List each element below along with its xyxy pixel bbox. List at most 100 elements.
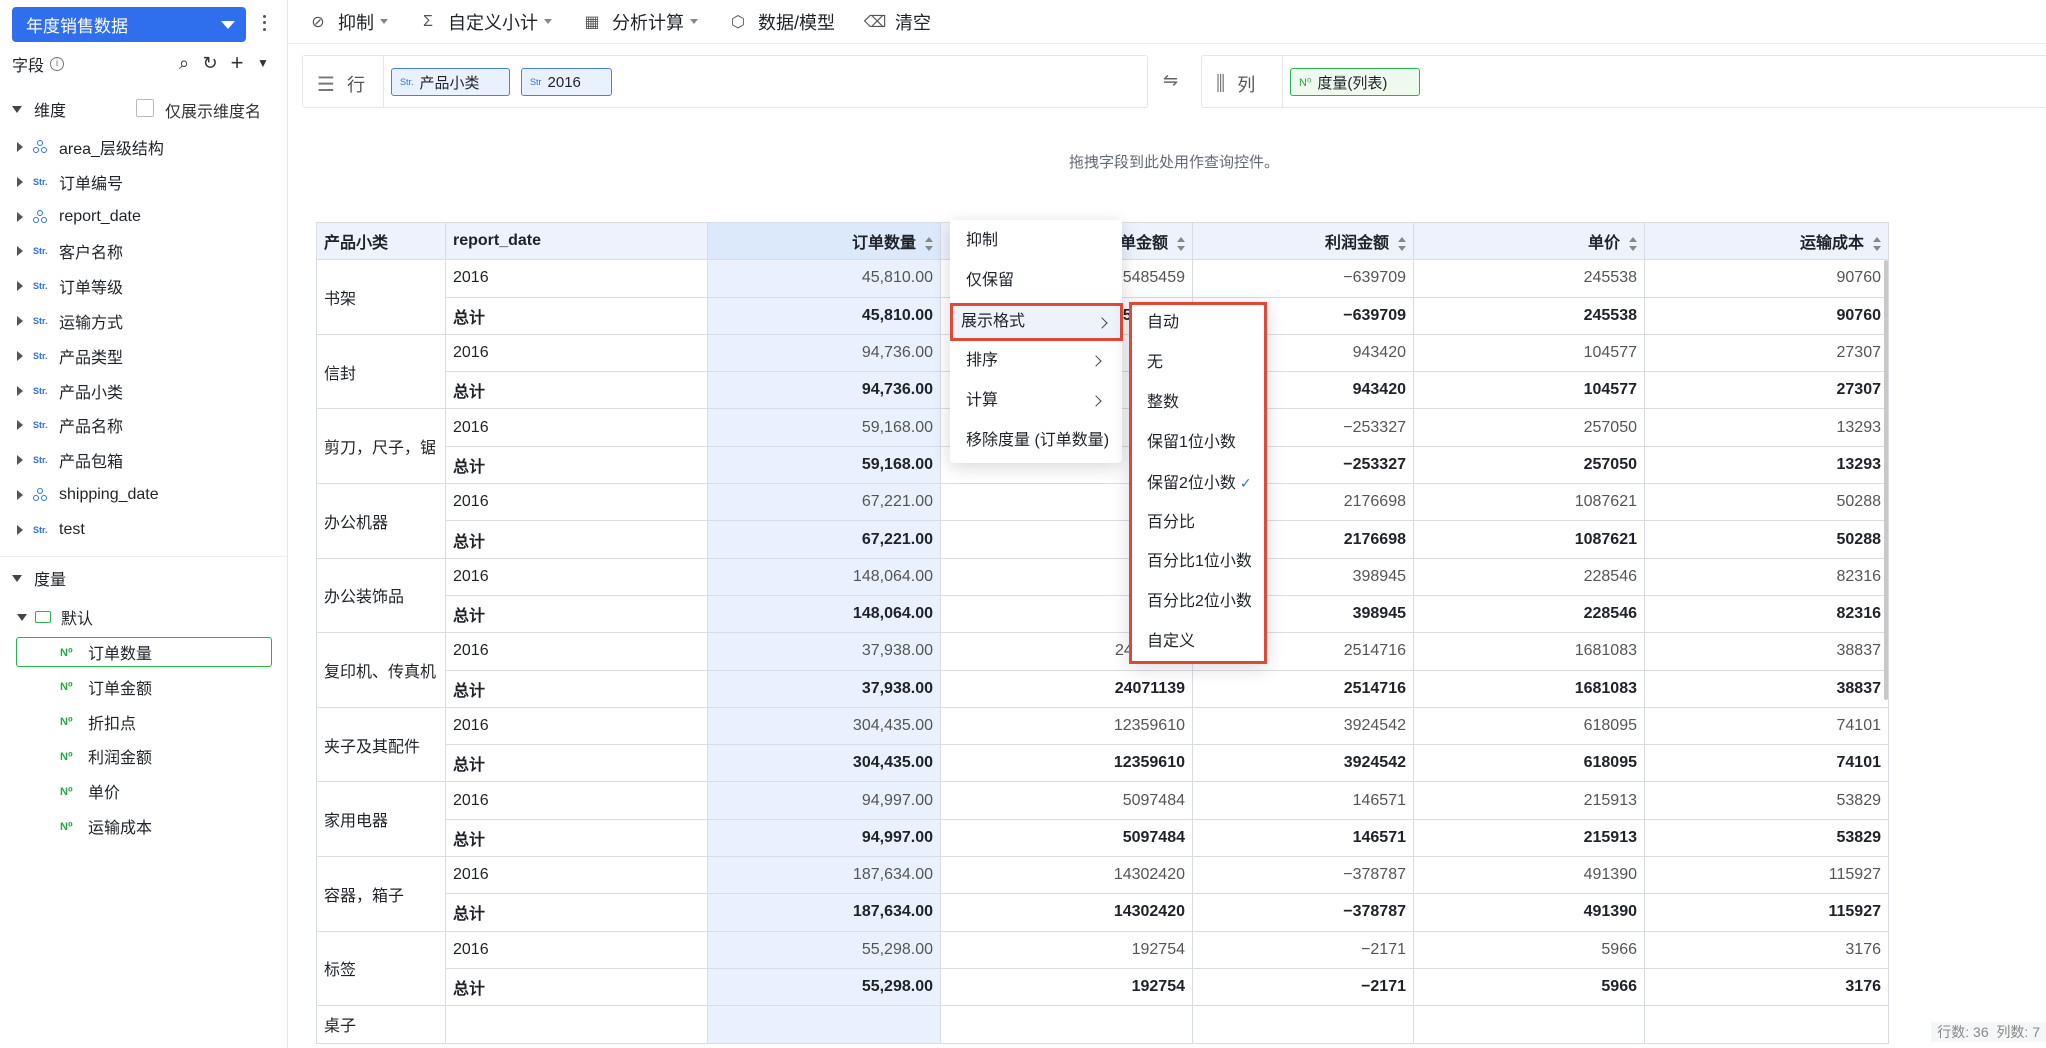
profit-cell[interactable]: −639709 xyxy=(1192,259,1414,298)
qty-total-cell[interactable]: 94,736.00 xyxy=(707,371,941,410)
year-cell[interactable]: 2016 xyxy=(445,483,708,522)
ship-cell[interactable]: 27307 xyxy=(1644,333,1889,373)
measure-item[interactable]: N⁰ 利润金额 xyxy=(60,744,152,768)
year-cell[interactable]: 2016 xyxy=(445,333,708,373)
qty-cell[interactable]: 67,221.00 xyxy=(707,483,941,522)
format-option[interactable]: 百分比1位小数 xyxy=(1147,550,1252,574)
menu-item-keep-only[interactable]: 仅保留 xyxy=(958,264,1114,298)
expand-icon[interactable] xyxy=(17,524,23,535)
format-option[interactable]: 保留2位小数 ✓ xyxy=(1147,471,1252,495)
header-product-subcategory[interactable]: 产品小类 xyxy=(316,221,446,261)
qty-cell[interactable]: 55,298.00 xyxy=(707,930,941,969)
ship-cell[interactable]: 90760 xyxy=(1644,259,1889,298)
amount-total-cell[interactable]: 14302420 xyxy=(940,893,1193,932)
subcategory-cell[interactable]: 桌子 xyxy=(316,1005,446,1044)
ship-cell[interactable]: 74101 xyxy=(1644,706,1889,746)
analysis-button[interactable]: ▦ 分析计算 xyxy=(582,9,698,35)
qty-cell[interactable]: 148,064.00 xyxy=(707,557,941,596)
show-dim-name-checkbox[interactable] xyxy=(136,99,154,117)
price-cell[interactable]: 618095 xyxy=(1413,706,1645,746)
dimension-item[interactable]: shipping_date xyxy=(17,483,159,507)
total-label-cell[interactable]: 总计 xyxy=(445,669,708,708)
qty-cell[interactable]: 304,435.00 xyxy=(707,706,941,746)
year-cell[interactable]: 2016 xyxy=(445,706,708,746)
total-label-cell[interactable]: 总计 xyxy=(445,445,708,485)
qty-total-cell[interactable]: 304,435.00 xyxy=(707,744,941,783)
menu-item-display-format[interactable]: 展示格式 xyxy=(950,303,1123,341)
total-label-cell[interactable]: 总计 xyxy=(445,296,708,335)
year-cell[interactable]: 2016 xyxy=(445,557,708,596)
qty-total-cell[interactable]: 148,064.00 xyxy=(707,594,941,634)
clear-button[interactable]: ⌫ 清空 xyxy=(864,9,931,35)
dimension-item[interactable]: Str. 客户名称 xyxy=(17,239,123,263)
ship-cell[interactable]: 82316 xyxy=(1644,557,1889,596)
measure-item[interactable]: N⁰ 折扣点 xyxy=(60,710,136,734)
ship-total-cell[interactable]: 74101 xyxy=(1644,744,1889,783)
dimension-item[interactable]: Str. 运输方式 xyxy=(17,309,123,333)
dimension-item[interactable]: Str. 订单等级 xyxy=(17,274,123,298)
ship-cell[interactable]: 13293 xyxy=(1644,408,1889,447)
header-profit[interactable]: 利润金额 xyxy=(1192,221,1414,261)
subcategory-cell[interactable]: 办公机器 xyxy=(316,483,446,559)
header-unit-price[interactable]: 单价 xyxy=(1413,221,1645,261)
price-total-cell[interactable]: 228546 xyxy=(1413,594,1645,634)
sort-icon[interactable] xyxy=(1629,236,1637,251)
dimension-item[interactable]: Str. 产品名称 xyxy=(17,413,123,437)
total-label-cell[interactable]: 总计 xyxy=(445,893,708,932)
profit-total-cell[interactable]: 2514716 xyxy=(1192,669,1414,708)
profit-total-cell[interactable]: 3924542 xyxy=(1192,744,1414,783)
year-cell[interactable]: 2016 xyxy=(445,930,708,969)
total-label-cell[interactable]: 总计 xyxy=(445,967,708,1007)
refresh-icon[interactable]: ↻ xyxy=(200,52,220,74)
dimension-item[interactable]: Str. 产品包箱 xyxy=(17,448,123,472)
qty-total-cell[interactable]: 59,168.00 xyxy=(707,445,941,485)
measure-item[interactable]: N⁰ 订单数量 xyxy=(60,640,152,664)
header-report-date[interactable]: report_date xyxy=(445,221,708,261)
ship-total-cell[interactable]: 27307 xyxy=(1644,371,1889,410)
qty-cell[interactable]: 187,634.00 xyxy=(707,856,941,895)
swap-icon[interactable]: ⇋ xyxy=(1163,70,1178,91)
sort-icon[interactable] xyxy=(1398,236,1406,251)
sort-icon[interactable] xyxy=(925,236,933,251)
format-option[interactable]: 无 xyxy=(1147,351,1163,375)
price-cell[interactable]: 5966 xyxy=(1413,930,1645,969)
qty-cell[interactable]: 94,997.00 xyxy=(707,781,941,820)
subcategory-cell[interactable]: 复印机、传真机 xyxy=(316,632,446,708)
year-cell[interactable]: 2016 xyxy=(445,856,708,895)
header-shipping-cost[interactable]: 运输成本 xyxy=(1644,221,1889,261)
price-total-cell[interactable]: 104577 xyxy=(1413,371,1645,410)
column-shelf[interactable]: ⫼ 列 N⁰ 度量(列表) xyxy=(1201,55,2046,108)
data-model-button[interactable]: ⬡ 数据/模型 xyxy=(728,9,835,35)
sort-icon[interactable] xyxy=(1177,236,1185,251)
amount-cell[interactable]: 192754 xyxy=(940,930,1193,969)
expand-icon[interactable] xyxy=(17,176,23,187)
dimension-item[interactable]: report_date xyxy=(17,205,141,229)
measure-folder[interactable]: 默认 xyxy=(17,605,93,629)
ship-total-cell[interactable]: 13293 xyxy=(1644,445,1889,485)
amount-total-cell[interactable]: 192754 xyxy=(940,967,1193,1007)
price-total-cell[interactable]: 491390 xyxy=(1413,893,1645,932)
dimension-item[interactable]: Str. 产品小类 xyxy=(17,379,123,403)
expand-icon[interactable] xyxy=(17,490,23,500)
subcategory-cell[interactable]: 剪刀，尺子，锯 xyxy=(316,408,446,485)
profit-total-cell[interactable]: 146571 xyxy=(1192,818,1414,858)
measure-item[interactable]: N⁰ 单价 xyxy=(60,779,120,803)
price-total-cell[interactable]: 1681083 xyxy=(1413,669,1645,708)
price-cell[interactable]: 491390 xyxy=(1413,856,1645,895)
profit-total-cell[interactable]: −2171 xyxy=(1192,967,1414,1007)
amount-cell[interactable]: 5097484 xyxy=(940,781,1193,820)
expand-icon[interactable] xyxy=(17,246,23,257)
qty-cell[interactable]: 45,810.00 xyxy=(707,259,941,298)
ship-cell[interactable]: 53829 xyxy=(1644,781,1889,820)
price-total-cell[interactable]: 257050 xyxy=(1413,445,1645,485)
price-cell[interactable]: 245538 xyxy=(1413,259,1645,298)
amount-total-cell[interactable]: 5097484 xyxy=(940,818,1193,858)
format-option[interactable]: 百分比2位小数 xyxy=(1147,590,1252,614)
price-cell[interactable]: 228546 xyxy=(1413,557,1645,596)
subcategory-cell[interactable]: 标签 xyxy=(316,930,446,1007)
expand-icon[interactable] xyxy=(17,385,23,396)
price-cell[interactable]: 104577 xyxy=(1413,333,1645,373)
menu-item-remove-measure[interactable]: 移除度量 (订单数量) xyxy=(958,424,1123,458)
profit-total-cell[interactable]: −378787 xyxy=(1192,893,1414,932)
ship-cell[interactable]: 50288 xyxy=(1644,483,1889,522)
